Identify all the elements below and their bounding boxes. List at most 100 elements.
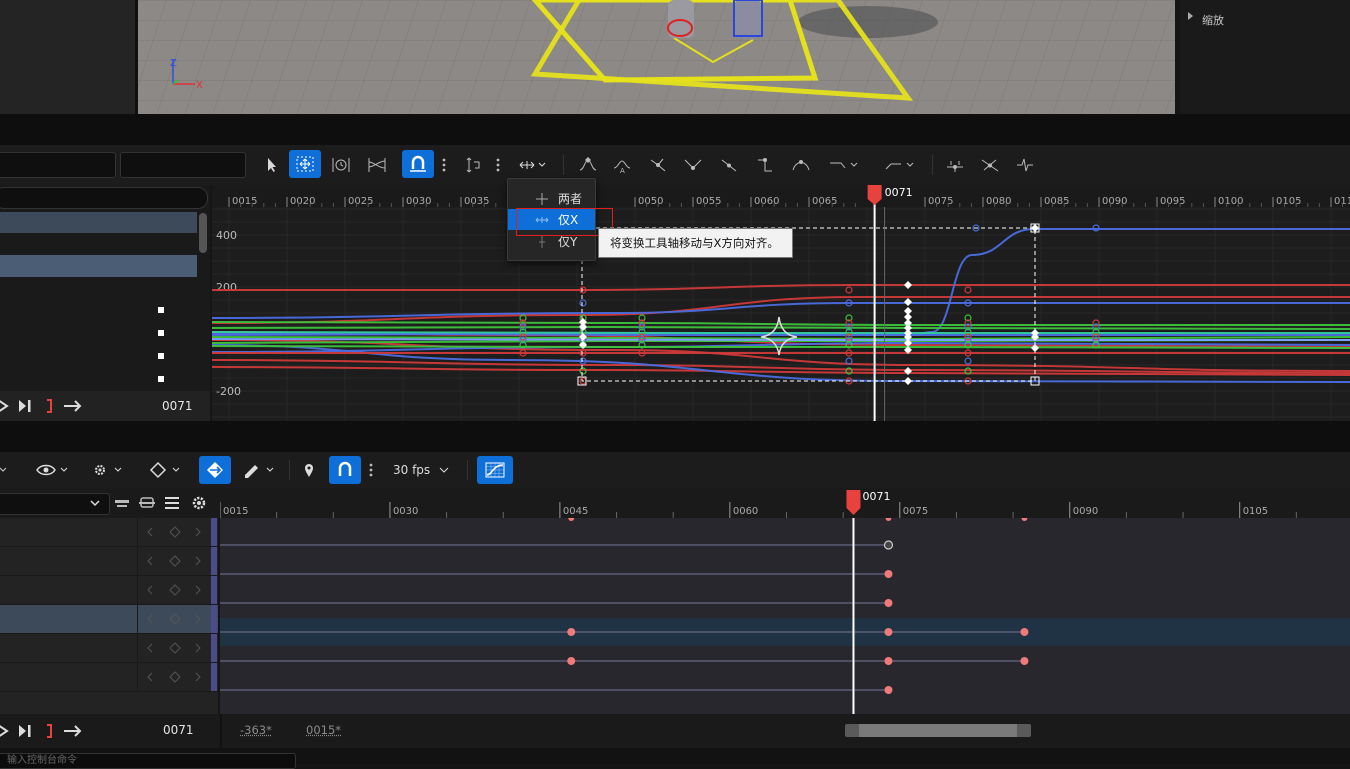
range-start-field[interactable]: -363* <box>240 723 272 737</box>
menu-item-both[interactable]: 两者 <box>508 188 595 209</box>
select-tool-button[interactable] <box>256 152 286 178</box>
level-viewport[interactable]: Z X <box>138 0 1175 114</box>
edit-options-dropdown[interactable] <box>238 457 280 483</box>
sequencer-search-input[interactable] <box>0 493 110 515</box>
track-row[interactable] <box>0 547 218 576</box>
key-auto-button[interactable] <box>573 152 603 178</box>
multi-curve-button[interactable] <box>362 152 392 178</box>
track-row[interactable] <box>0 634 218 663</box>
snap-button[interactable] <box>402 150 434 178</box>
track-color-bar <box>211 663 217 691</box>
multi-curve-icon <box>366 156 388 174</box>
pre-infinity-dropdown[interactable] <box>822 152 866 178</box>
sequencer-snap-button[interactable] <box>329 456 361 484</box>
curve-filter-field[interactable] <box>0 152 116 178</box>
key-constant-icon <box>754 156 776 174</box>
gear-icon[interactable] <box>191 495 207 511</box>
fps-label: 30 fps <box>393 463 430 477</box>
key-linear-button[interactable] <box>714 152 744 178</box>
play-icon[interactable] <box>0 398 10 414</box>
ruler-tick-label: 0085 <box>1044 196 1069 207</box>
curve-tree-row-selected[interactable] <box>0 212 197 233</box>
key-nav-controls[interactable] <box>137 547 212 575</box>
snap-options-button[interactable] <box>437 152 451 178</box>
track-row[interactable] <box>0 518 218 547</box>
transform-tool-button[interactable] <box>289 150 321 178</box>
auto-key-button[interactable] <box>199 456 231 484</box>
straighten-button[interactable] <box>975 152 1005 178</box>
snap-vertical-icon <box>462 156 484 174</box>
keyframe <box>1021 518 1027 521</box>
snap-magnet-icon <box>334 461 356 479</box>
track-row[interactable] <box>0 576 218 605</box>
track-color-bar <box>211 634 217 662</box>
play-icon[interactable] <box>0 723 10 739</box>
retime-tool-button[interactable] <box>326 152 356 178</box>
track-row[interactable] <box>0 663 218 692</box>
ruler-tick-label: 0015 <box>232 196 257 207</box>
tooltip: 将变换工具轴移动与X方向对齐。 <box>598 228 793 258</box>
loop-arrow-icon[interactable] <box>63 724 83 738</box>
ruler-tick-label: 0075 <box>928 196 953 207</box>
curve-value-field[interactable] <box>120 152 246 178</box>
filter-button[interactable] <box>1010 152 1040 178</box>
key-nav-controls[interactable] <box>137 605 212 633</box>
axis-snap-dropdown[interactable] <box>512 152 552 178</box>
chevron-down-icon <box>0 461 14 479</box>
expand-all-icon[interactable] <box>139 495 155 511</box>
sequencer-ruler[interactable]: 0015 0030 0045 0060 0075 0090 0105 0071 <box>220 488 1350 518</box>
key-user-icon: A <box>611 156 633 174</box>
key-nav-controls[interactable] <box>137 663 212 691</box>
keyframe <box>568 518 574 521</box>
key-nav-controls[interactable] <box>137 576 212 604</box>
flatten-button[interactable] <box>940 152 970 178</box>
console-input[interactable]: 输入控制台命令 <box>0 753 296 769</box>
post-infinity-dropdown[interactable] <box>878 152 922 178</box>
skip-to-end-icon[interactable] <box>18 398 32 414</box>
fps-dropdown[interactable]: 30 fps <box>385 457 455 483</box>
axis-options-button[interactable] <box>491 152 505 178</box>
curve-tree-row-highlighted[interactable] <box>0 255 197 277</box>
list-icon[interactable] <box>164 495 180 511</box>
curve-current-frame[interactable]: 0071 <box>162 399 193 413</box>
key-nav-controls[interactable] <box>137 518 212 546</box>
keyframe-track-canvas <box>220 518 1350 714</box>
key-cubic-icon <box>790 156 812 174</box>
key-break-button[interactable] <box>643 152 673 178</box>
collapse-icon[interactable] <box>114 495 130 511</box>
key-user-button[interactable]: A <box>607 152 637 178</box>
view-options-dropdown[interactable] <box>0 457 16 483</box>
curve-tree-scrollbar[interactable] <box>199 213 207 253</box>
move-both-icon <box>535 192 549 206</box>
key-constant-button[interactable] <box>750 152 780 178</box>
key-nav-controls[interactable] <box>137 634 212 662</box>
sequencer-snap-options[interactable] <box>364 457 378 483</box>
curve-editor-toggle[interactable] <box>477 456 513 484</box>
visibility-dropdown[interactable] <box>32 457 74 483</box>
marker-button[interactable] <box>294 457 324 483</box>
details-zoom-row[interactable]: 缩放 <box>1180 8 1350 30</box>
curve-graph[interactable]: 0015 0020 0025 0030 0035 0050 0055 0060 0065 0075… <box>212 185 1350 421</box>
range-end-icon[interactable] <box>45 398 53 414</box>
skip-to-end-icon[interactable] <box>18 723 32 739</box>
snap-vertical-button[interactable] <box>458 152 488 178</box>
actor-options-dropdown[interactable] <box>86 457 128 483</box>
key-options-dropdown[interactable] <box>144 457 186 483</box>
curve-search-input[interactable] <box>0 187 208 209</box>
curve-editor-toolbar: A <box>0 145 1350 185</box>
sequencer-header-row: 0015 0030 0045 0060 0075 0090 0105 0071 <box>0 488 1350 518</box>
loop-arrow-icon[interactable] <box>63 399 83 413</box>
key-flatten-button[interactable] <box>678 152 708 178</box>
sequencer-current-frame[interactable]: 0071 <box>163 723 194 737</box>
key-cubic-button[interactable] <box>786 152 816 178</box>
timeline-scrollbar[interactable] <box>845 724 1031 737</box>
range-end-icon[interactable] <box>45 723 53 739</box>
pencil-icon <box>241 461 277 479</box>
track-row[interactable] <box>0 605 218 634</box>
axis-both-icon <box>517 156 547 174</box>
track-area[interactable] <box>220 518 1350 714</box>
expand-arrow-icon[interactable] <box>1188 12 1193 20</box>
teal-curve <box>212 332 1350 333</box>
range-end-field[interactable]: 0015* <box>306 723 341 737</box>
sequencer-toolbar: 30 fps <box>0 452 1350 488</box>
